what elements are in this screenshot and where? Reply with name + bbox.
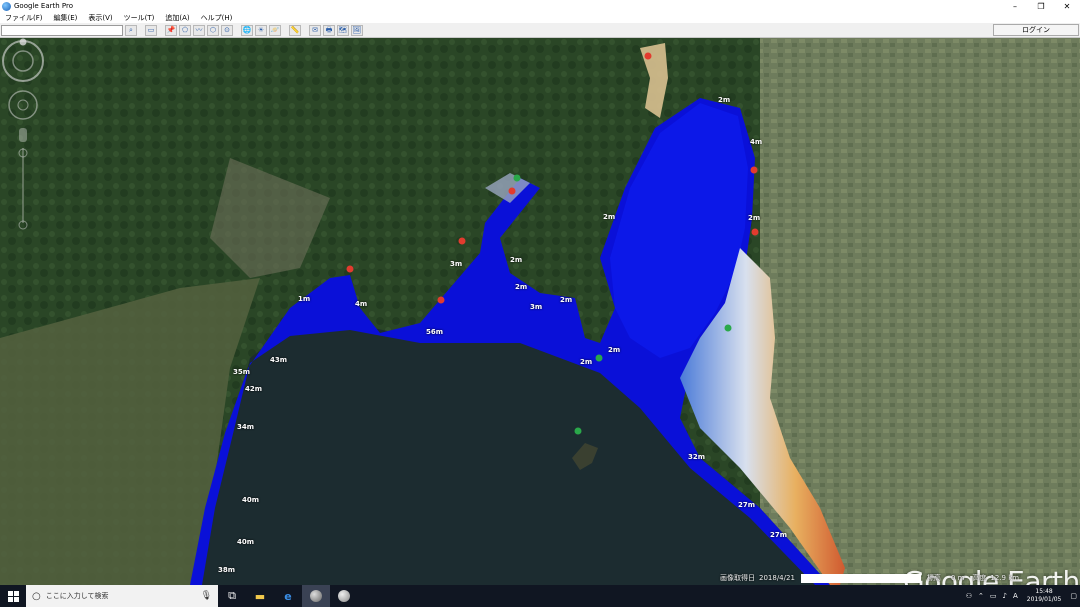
notification-icon[interactable]: ▢ [1070,592,1077,600]
close-button[interactable]: ✕ [1054,2,1080,11]
depth-label: 2m [510,256,523,264]
add-overlay-button[interactable]: ⬡ [207,24,219,36]
taskbar-search-placeholder: ここに入力して検索 [45,592,109,600]
app-taskbar-button[interactable] [330,585,358,607]
chevron-up-icon[interactable]: ⌃ [978,592,984,600]
toolbar: ⌕ ▭ 📌 ⬠ 〰 ⬡ ⊙ 🌐 ☀ 🪐 📏 ✉ 🖶 🗺 🖼 ログイン [0,23,1080,38]
search-input[interactable] [1,24,123,36]
imagery-date: 2018/4/21 [759,574,795,582]
planets-button[interactable]: 🪐 [269,24,281,36]
depth-label: 34m [237,423,255,431]
historical-imagery-button[interactable]: 🌐 [241,24,253,36]
view-in-maps-button[interactable]: 🗺 [337,24,349,36]
add-polygon-button[interactable]: ⬠ [179,24,191,36]
depth-label: 42m [245,385,263,393]
altitude-label: 高度 [972,574,987,582]
task-view-button[interactable]: ⧉ [218,585,246,607]
cortana-icon: ○ [32,590,41,602]
file-explorer-button[interactable]: ▬ [246,585,274,607]
window-title: Google Earth Pro [14,2,74,10]
google-earth-taskbar-button[interactable] [302,585,330,607]
depth-label: 40m [237,538,255,546]
navigation-controls[interactable] [0,38,46,233]
map-view[interactable]: 2m 2m 2m 2m 3m 3m 2m 4m 2m 2m 2m 4m 1m 4… [0,38,1080,585]
scale-bar [800,573,921,583]
elevation-label: 標高 [926,574,941,582]
ime-icon[interactable]: A [1013,592,1018,600]
depth-label: 32m [688,453,706,461]
satellite-imagery [0,38,1080,585]
depth-label: 4m [750,138,763,146]
depth-label: 35m [233,368,251,376]
network-icon[interactable]: ▭ [990,592,997,600]
taskbar-search[interactable]: ○ ここに入力して検索 🎙 [26,585,218,607]
depth-label: 2m [718,96,731,104]
altitude-value: 12.9 km [990,574,1020,582]
print-button[interactable]: 🖶 [323,24,335,36]
search-button[interactable]: ⌕ [125,24,137,36]
taskbar: ○ ここに入力して検索 🎙 ⧉ ▬ e ⚇ ⌃ ▭ ♪ A 15:48 2019… [0,585,1080,607]
menu-bar: ファイル(F) 編集(E) 表示(V) ツール(T) 追加(A) ヘルプ(H) [0,12,1080,23]
restore-button[interactable]: ❐ [1028,2,1054,11]
menu-help[interactable]: ヘルプ(H) [196,13,239,23]
clock[interactable]: 15:48 2019/01/05 [1027,588,1062,604]
menu-tools[interactable]: ツール(T) [119,13,161,23]
depth-label: 2m [608,346,621,354]
edge-button[interactable]: e [274,585,302,607]
windows-icon [7,590,19,602]
menu-add[interactable]: 追加(A) [160,13,195,23]
depth-label: 4m [355,300,368,308]
ruler-button[interactable]: 📏 [289,24,301,36]
clock-time: 15:48 [1035,588,1053,595]
depth-label: 1m [298,295,311,303]
record-tour-button[interactable]: ⊙ [221,24,233,36]
save-image-button[interactable]: 🖼 [351,24,363,36]
login-button[interactable]: ログイン [993,24,1079,36]
system-tray: ⚇ ⌃ ▭ ♪ A 15:48 2019/01/05 ▢ [963,588,1080,604]
depth-label: 40m [242,496,260,504]
google-earth-window: Google Earth Pro – ❐ ✕ ファイル(F) 編集(E) 表示(… [0,0,1080,607]
depth-label: 3m [450,260,463,268]
depth-label: 27m [770,531,788,539]
depth-label: 38m [218,566,236,574]
depth-label: 43m [270,356,288,364]
depth-label: 56m [426,328,444,336]
imagery-date-label: 画像取得日 [720,574,755,582]
title-bar: Google Earth Pro – ❐ ✕ [0,0,1080,12]
sidebar-toggle-button[interactable]: ▭ [145,24,157,36]
menu-view[interactable]: 表示(V) [83,13,118,23]
minimize-button[interactable]: – [1002,2,1028,11]
email-button[interactable]: ✉ [309,24,321,36]
start-button[interactable] [0,585,26,607]
clock-date: 2019/01/05 [1026,596,1062,603]
depth-label: 27m [738,501,756,509]
google-earth-icon [2,1,11,11]
depth-label: 2m [603,213,616,221]
depth-label: 2m [515,283,528,291]
add-placemark-button[interactable]: 📌 [165,24,177,36]
volume-icon[interactable]: ♪ [1003,592,1007,600]
menu-edit[interactable]: 編集(E) [49,13,84,23]
depth-label: 2m [560,296,573,304]
depth-label: 3m [530,303,543,311]
status-bar: 画像取得日 2018/4/21 標高 0 m 高度 12.9 km [720,572,1019,584]
microphone-icon[interactable]: 🎙 [201,591,212,601]
depth-label: 2m [748,214,761,222]
elevation-value: 0 m [950,574,965,582]
sunlight-button[interactable]: ☀ [255,24,267,36]
people-icon[interactable]: ⚇ [966,592,972,600]
depth-label: 2m [580,358,593,366]
add-path-button[interactable]: 〰 [193,24,205,36]
menu-file[interactable]: ファイル(F) [0,13,49,23]
